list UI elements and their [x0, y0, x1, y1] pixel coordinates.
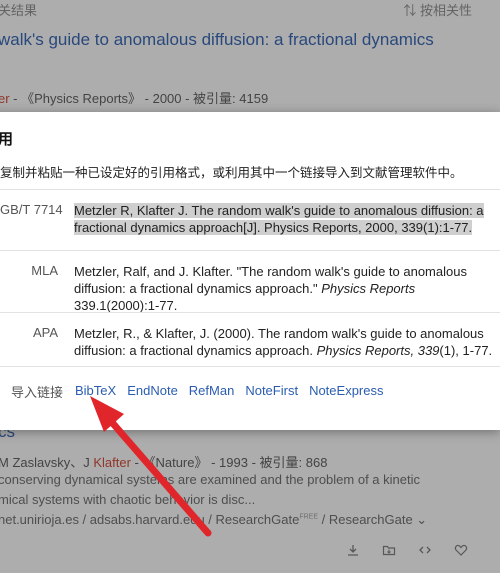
- citation-format-label: APA: [32, 325, 58, 340]
- citation-text-part: (1), 1-77.: [439, 343, 493, 358]
- dialog-description: 复制并粘贴一种已设定好的引用格式，或利用其中一个链接导入到文献管理软件中。: [0, 166, 463, 180]
- citation-row-apa: APA Metzler, R., & Klafter, J. (2000). T…: [0, 312, 500, 366]
- citation-journal: Physics Reports, 339: [316, 343, 440, 358]
- import-links-label: 导入链接: [11, 385, 64, 400]
- citation-text-selected: Metzler R, Klafter J. The random walk's …: [74, 203, 484, 235]
- refman-link[interactable]: RefMan: [189, 383, 235, 398]
- citation-row-gbt: GB/T 7714 Metzler R, Klafter J. The rand…: [0, 189, 500, 250]
- cite-dialog: 用 复制并粘贴一种已设定好的引用格式，或利用其中一个链接导入到文献管理软件中。 …: [0, 112, 500, 430]
- citation-format-label: MLA: [31, 263, 58, 278]
- import-links-row: 导入链接 BibTeX EndNote RefMan NoteFirst Not…: [0, 366, 500, 430]
- citation-text-gbt[interactable]: Metzler R, Klafter J. The random walk's …: [74, 202, 494, 236]
- endnote-link[interactable]: EndNote: [127, 383, 178, 398]
- citation-text-part: 339.1(2000):1-77.: [74, 298, 178, 313]
- citation-format-label: GB/T 7714: [0, 202, 63, 217]
- dialog-title: 用: [0, 131, 14, 148]
- bibtex-link[interactable]: BibTeX: [75, 383, 116, 398]
- citation-row-mla: MLA Metzler, Ralf, and J. Klafter. "The …: [0, 250, 500, 314]
- import-links: BibTeX EndNote RefMan NoteFirst NoteExpr…: [75, 383, 383, 398]
- citation-text-apa[interactable]: Metzler, R., & Klafter, J. (2000). The r…: [74, 325, 494, 359]
- citation-text-mla[interactable]: Metzler, Ralf, and J. Klafter. "The rand…: [74, 263, 494, 314]
- notefirst-link[interactable]: NoteFirst: [245, 383, 298, 398]
- citation-journal: Physics Reports: [321, 281, 416, 296]
- noteexpress-link[interactable]: NoteExpress: [309, 383, 383, 398]
